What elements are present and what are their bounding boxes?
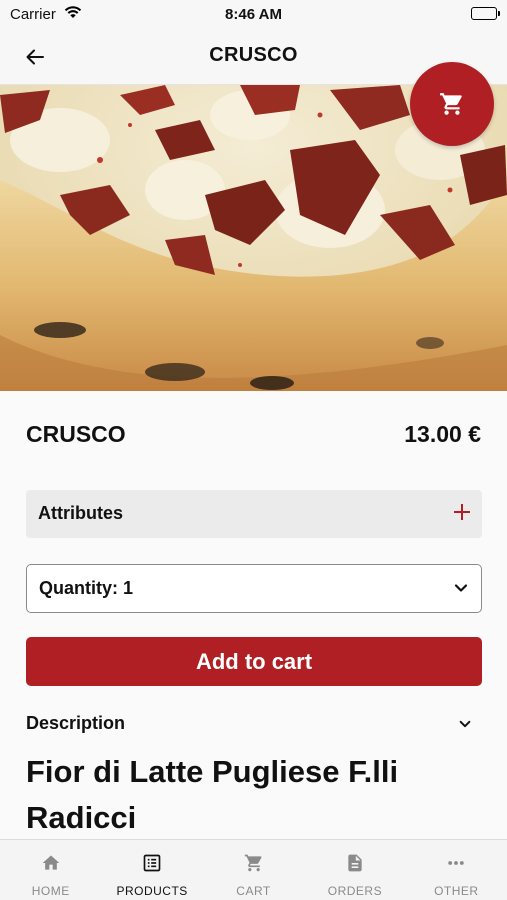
home-icon (40, 852, 62, 874)
list-icon (141, 852, 163, 874)
cart-icon (440, 93, 462, 115)
tab-other[interactable]: OTHER (406, 840, 507, 900)
plus-icon[interactable] (454, 504, 470, 520)
attributes-label: Attributes (38, 503, 123, 523)
add-to-cart-button[interactable]: Add to cart (26, 637, 482, 686)
description-toggle[interactable]: Description (26, 713, 482, 737)
description-label: Description (26, 713, 126, 733)
product-price: 13.00 € (404, 421, 481, 447)
attributes-section[interactable]: Attributes (26, 490, 482, 538)
tab-products[interactable]: PRODUCTS (101, 840, 202, 900)
tab-orders[interactable]: ORDERS (304, 840, 405, 900)
cart-button[interactable] (410, 62, 494, 146)
tab-home[interactable]: HOME (0, 840, 101, 900)
tab-label: PRODUCTS (116, 884, 188, 898)
tab-label: HOME (31, 884, 70, 898)
more-icon (445, 852, 467, 874)
tab-label: ORDERS (327, 884, 383, 898)
chevron-down-icon (454, 584, 468, 592)
product-details: CRUSCO 13.00 € Attributes Quantity: 1 Ad… (0, 391, 507, 839)
status-time: 8:46 AM (225, 6, 282, 23)
tab-cart[interactable]: CART (203, 840, 304, 900)
quantity-select[interactable]: Quantity: 1 (26, 564, 482, 613)
product-name: CRUSCO (26, 421, 126, 447)
status-bar: Carrier 8:46 AM (0, 0, 507, 30)
tab-label: OTHER (434, 884, 479, 898)
tab-bar: HOME PRODUCTS CART ORDERS OTHER (0, 839, 507, 900)
cart-icon (243, 852, 265, 874)
description-text: Fior di Latte Pugliese F.lli Radicci (26, 754, 399, 835)
chevron-down-icon (459, 720, 471, 728)
battery-icon (471, 7, 500, 20)
document-icon (344, 852, 366, 874)
page-title: CRUSCO (209, 44, 298, 66)
quantity-label: Quantity: 1 (39, 578, 134, 598)
tab-label: CART (236, 884, 271, 898)
